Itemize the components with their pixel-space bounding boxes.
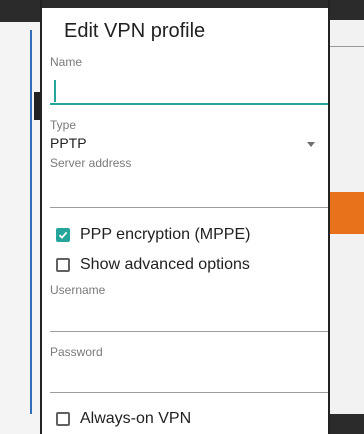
- background-status-bar: [330, 0, 364, 20]
- checkmark-icon: [58, 231, 68, 239]
- name-label: Name: [50, 55, 83, 69]
- name-input[interactable]: [50, 74, 328, 106]
- ppp-encryption-checkbox-row[interactable]: PPP encryption (MPPE): [56, 226, 250, 244]
- show-advanced-label: Show advanced options: [80, 256, 250, 273]
- ppp-encryption-label: PPP encryption (MPPE): [80, 226, 251, 243]
- background-orange-badge: [330, 192, 364, 234]
- type-value: PPTP: [50, 135, 87, 151]
- background-divider: [330, 46, 364, 47]
- background-app-left: [0, 0, 40, 434]
- dialog-top-bar: [42, 0, 328, 8]
- server-address-input[interactable]: [50, 172, 328, 206]
- always-on-label: Always-on VPN: [80, 410, 192, 427]
- show-advanced-checkbox[interactable]: [56, 258, 70, 272]
- username-underline: [50, 331, 328, 332]
- username-label: Username: [50, 283, 106, 297]
- password-underline: [50, 392, 328, 393]
- password-label: Password: [50, 345, 103, 359]
- ppp-encryption-checkbox[interactable]: [56, 228, 70, 242]
- type-dropdown[interactable]: PPTP: [50, 132, 328, 156]
- username-input[interactable]: [50, 298, 328, 330]
- text-cursor: [54, 80, 56, 102]
- type-label: Type: [50, 118, 77, 132]
- show-advanced-checkbox-row[interactable]: Show advanced options: [56, 256, 250, 274]
- dropdown-arrow-icon: [307, 142, 315, 147]
- password-input[interactable]: [50, 360, 328, 392]
- background-nav-strip: [330, 414, 364, 434]
- always-on-checkbox[interactable]: [56, 412, 70, 426]
- background-accent-line: [30, 30, 32, 414]
- always-on-checkbox-row[interactable]: Always-on VPN: [56, 410, 191, 428]
- dialog-title: Edit VPN profile: [64, 20, 206, 42]
- background-app-right: [330, 0, 364, 434]
- edit-vpn-profile-dialog: Edit VPN profile Name Type PPTP Server a…: [40, 0, 330, 434]
- background-status-bar: [0, 0, 40, 22]
- server-address-label: Server address: [50, 156, 132, 170]
- name-input-underline: [50, 103, 328, 105]
- server-address-underline: [50, 207, 328, 208]
